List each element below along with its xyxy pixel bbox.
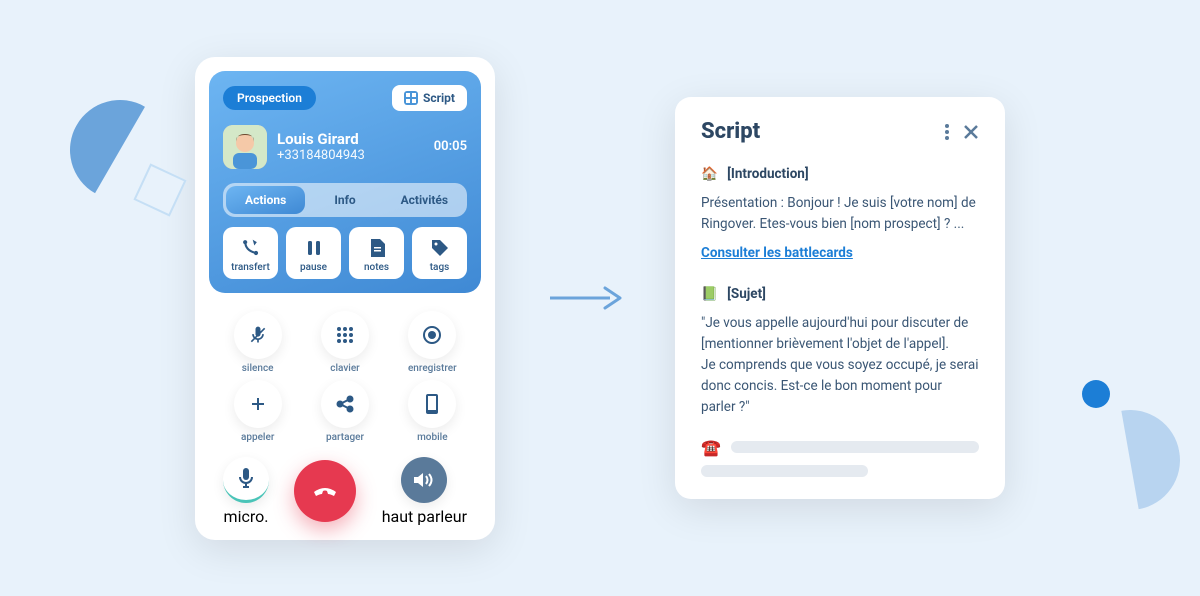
speaker-button[interactable]: haut parleur	[382, 457, 467, 526]
tabs: Actions Info Activités	[223, 183, 467, 217]
avatar	[223, 125, 267, 169]
appeler-label: appeler	[217, 432, 298, 443]
intro-body: Présentation : Bonjour ! Je suis [votre …	[701, 193, 979, 235]
call-header: Prospection Script	[223, 85, 467, 111]
tab-activites[interactable]: Activités	[385, 186, 464, 214]
action-row: transfert pause notes	[223, 227, 467, 279]
transfert-button[interactable]: transfert	[223, 227, 278, 279]
decorative-dot	[1082, 380, 1110, 408]
mobile-icon	[408, 380, 456, 428]
mobile-label: mobile	[392, 432, 473, 443]
mobile-button[interactable]: mobile	[392, 380, 473, 443]
plus-icon	[234, 380, 282, 428]
caller-row: Louis Girard +33184804943 00:05	[223, 125, 467, 169]
script-header: Script	[701, 119, 979, 144]
speaker-label: haut parleur	[382, 507, 467, 526]
hangup-icon	[310, 476, 340, 506]
script-button[interactable]: Script	[392, 85, 467, 111]
tab-info[interactable]: Info	[305, 186, 384, 214]
placeholder-line	[731, 441, 979, 453]
sujet-body: "Je vous appelle aujourd'hui pour discut…	[701, 313, 979, 418]
silence-button[interactable]: silence	[217, 311, 298, 374]
placeholder-line-short	[701, 465, 868, 477]
transfert-label: transfert	[227, 262, 274, 273]
clavier-label: clavier	[304, 363, 385, 374]
script-panel: Script 🏠 [Introduction] Présentation : B…	[675, 97, 1005, 498]
appeler-button[interactable]: appeler	[217, 380, 298, 443]
book-icon: 📗	[701, 286, 718, 302]
silence-label: silence	[217, 363, 298, 374]
script-icon	[404, 91, 418, 105]
prospection-tag[interactable]: Prospection	[223, 86, 316, 110]
bottom-row: micro. haut parleur	[209, 457, 481, 526]
enregistrer-button[interactable]: enregistrer	[392, 311, 473, 374]
caller-info: Louis Girard +33184804943	[277, 130, 424, 163]
dialer-card: Prospection Script Louis Girard +3318480…	[195, 57, 495, 540]
intro-title: [Introduction]	[727, 166, 808, 182]
placeholder-row: ☎️	[701, 438, 979, 457]
battlecards-link[interactable]: Consulter les battlecards	[701, 243, 853, 264]
micro-label: micro.	[223, 507, 269, 526]
sujet-title: [Sujet]	[727, 286, 766, 302]
arrow-icon	[545, 278, 625, 318]
tag-icon	[429, 237, 451, 259]
more-icon[interactable]	[945, 124, 949, 140]
caller-name: Louis Girard	[277, 130, 424, 148]
caller-number: +33184804943	[277, 148, 424, 163]
speaker-icon	[401, 457, 447, 503]
script-title: Script	[701, 119, 760, 144]
script-button-label: Script	[423, 91, 455, 105]
record-icon	[408, 311, 456, 359]
control-grid: silence clavier enregistrer appeler	[209, 311, 481, 443]
partager-label: partager	[304, 432, 385, 443]
share-icon	[321, 380, 369, 428]
notes-icon	[366, 237, 388, 259]
phone-emoji-icon: ☎️	[701, 438, 721, 457]
mic-icon	[223, 457, 269, 503]
call-panel: Prospection Script Louis Girard +3318480…	[209, 71, 481, 293]
house-icon: 🏠	[701, 166, 718, 182]
clavier-button[interactable]: clavier	[304, 311, 385, 374]
micro-button[interactable]: micro.	[223, 457, 269, 526]
script-intro-section: 🏠 [Introduction] Présentation : Bonjour …	[701, 164, 979, 264]
notes-label: notes	[353, 262, 400, 273]
partager-button[interactable]: partager	[304, 380, 385, 443]
pause-button[interactable]: pause	[286, 227, 341, 279]
close-icon[interactable]	[963, 124, 979, 140]
enregistrer-label: enregistrer	[392, 363, 473, 374]
call-timer: 00:05	[434, 139, 467, 154]
pause-label: pause	[290, 262, 337, 273]
hangup-button[interactable]	[294, 460, 356, 522]
pause-icon	[303, 237, 325, 259]
script-sujet-section: 📗 [Sujet] "Je vous appelle aujourd'hui p…	[701, 284, 979, 418]
keypad-icon	[321, 311, 369, 359]
transfer-icon	[240, 237, 262, 259]
tab-actions[interactable]: Actions	[226, 186, 305, 214]
tags-button[interactable]: tags	[412, 227, 467, 279]
mic-off-icon	[234, 311, 282, 359]
notes-button[interactable]: notes	[349, 227, 404, 279]
tags-label: tags	[416, 262, 463, 273]
